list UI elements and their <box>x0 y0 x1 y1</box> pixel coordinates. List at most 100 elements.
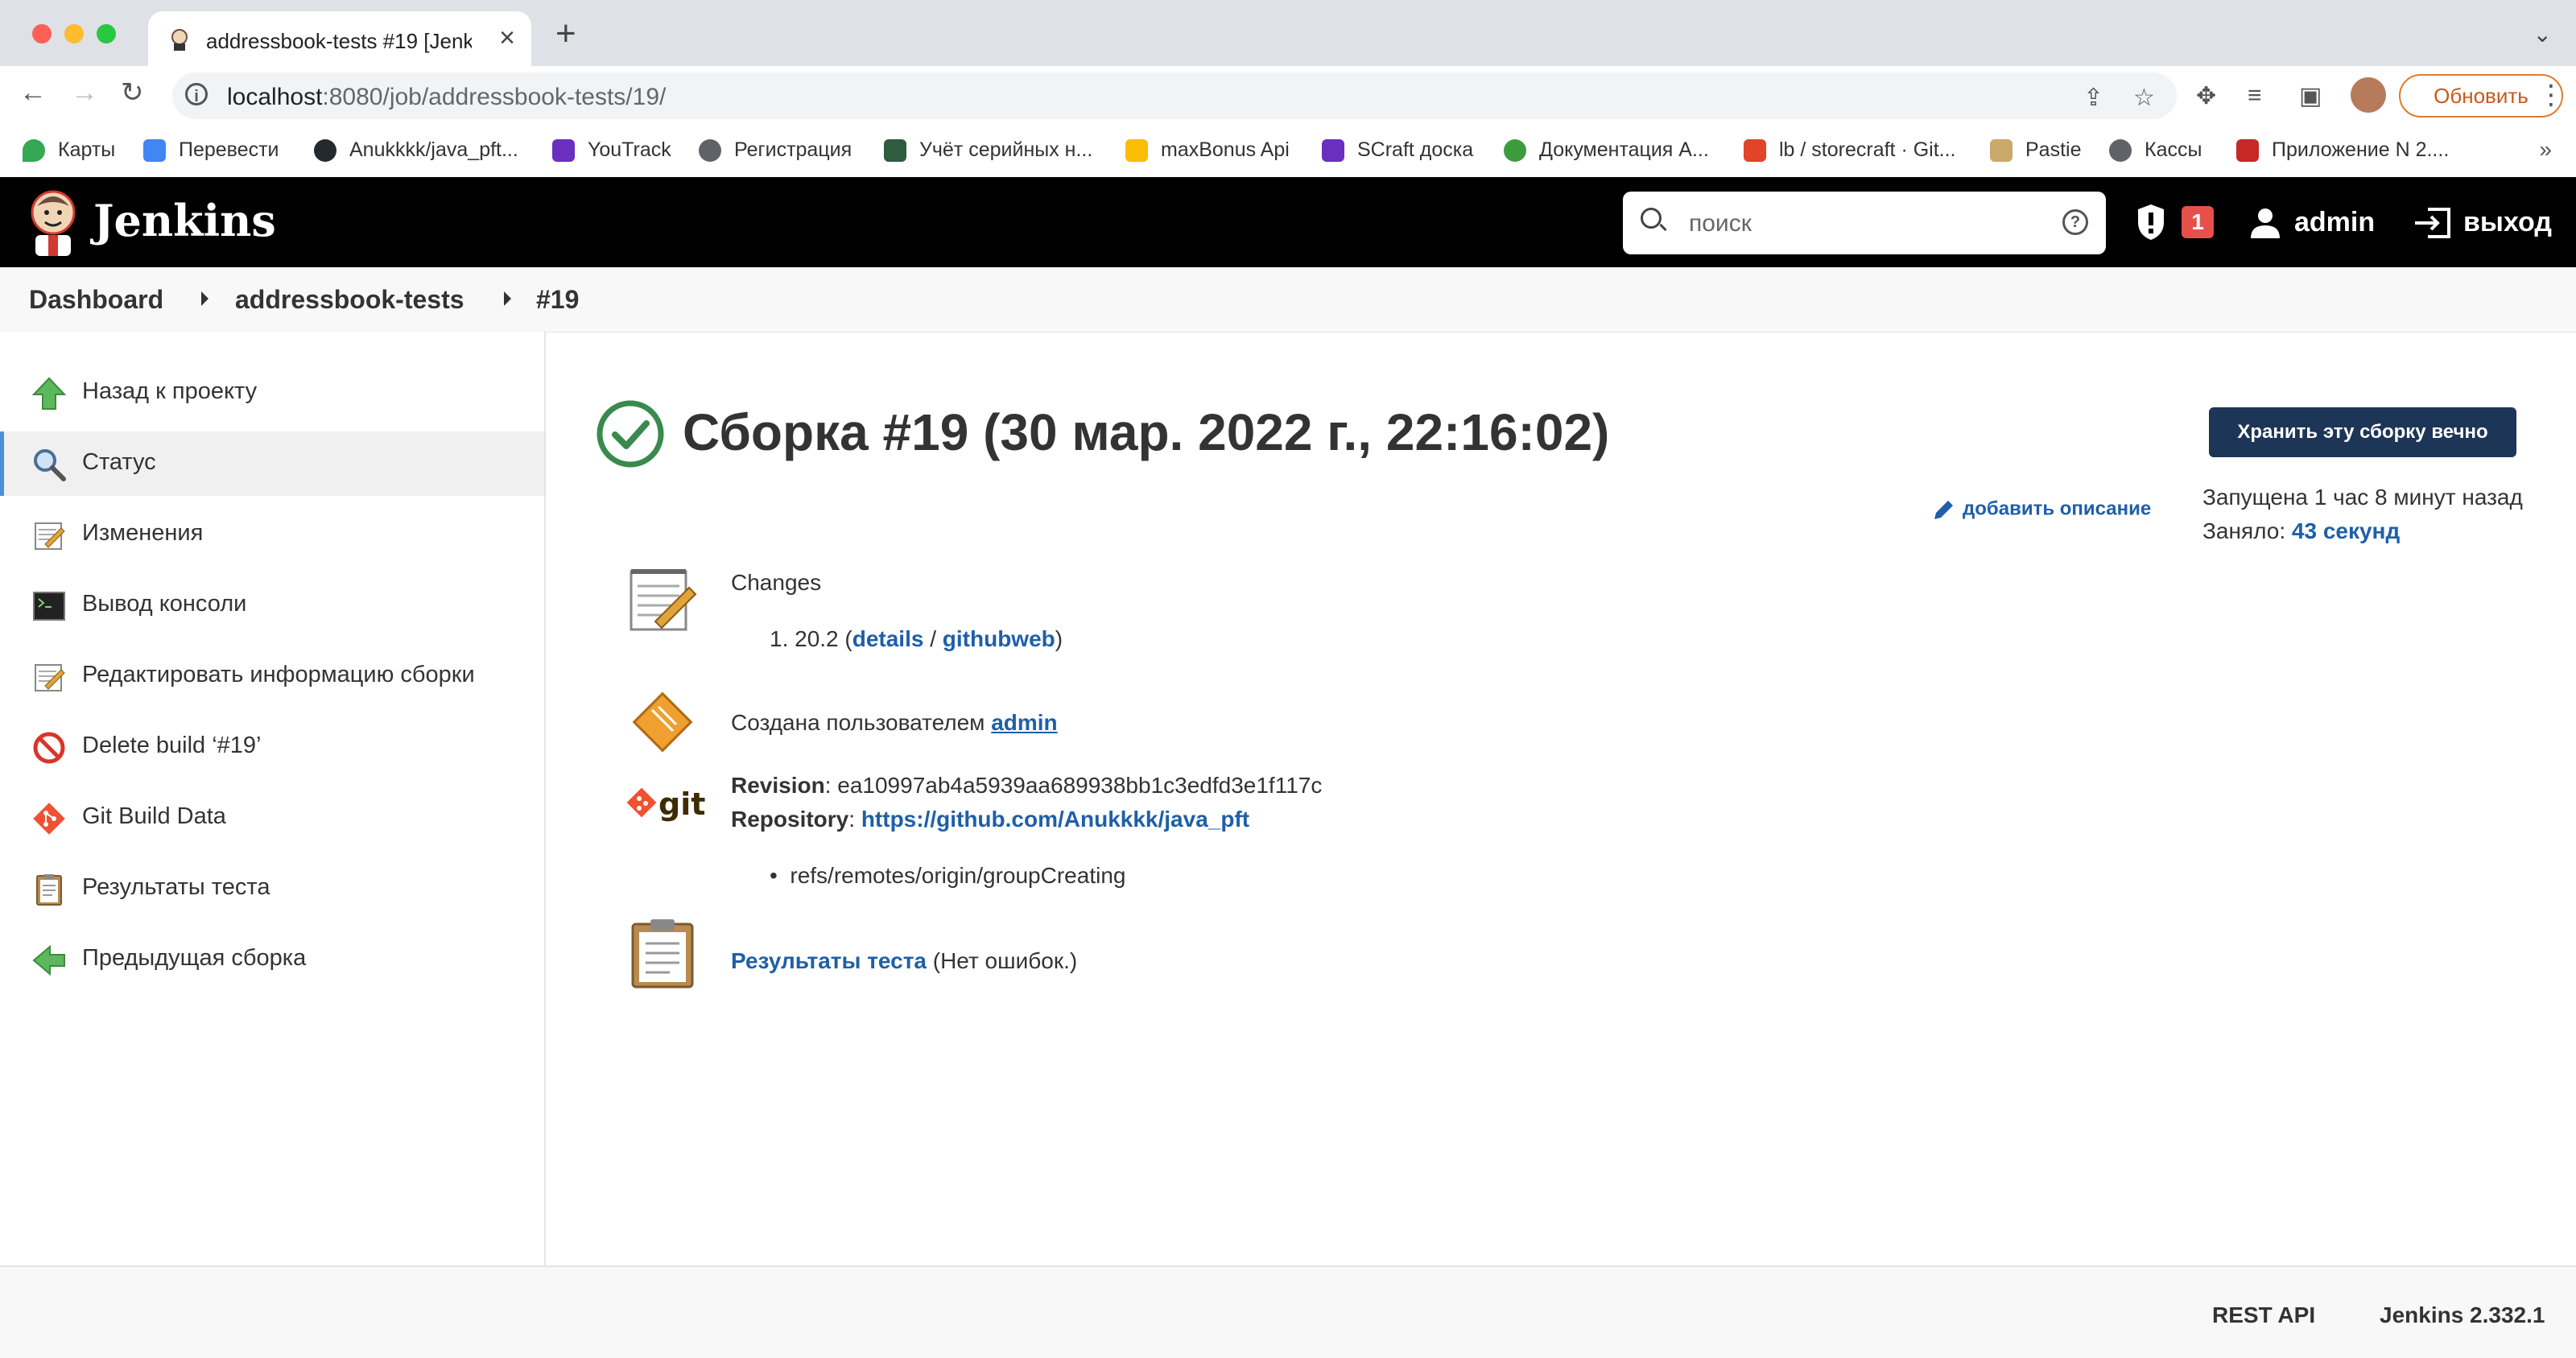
bookmark-favicon-icon <box>2109 139 2132 163</box>
bookmark-item[interactable]: Карты <box>23 138 115 163</box>
clipboard-icon <box>36 874 62 906</box>
changes-title: Changes <box>731 570 822 595</box>
jenkins-header: Jenkins ? 1 admin выход <box>0 177 2576 267</box>
task-test-results[interactable]: Результаты теста <box>0 856 544 921</box>
window-zoom-button[interactable] <box>97 24 116 43</box>
share-icon[interactable]: ⇪ <box>2083 84 2103 112</box>
keep-build-forever-button[interactable]: Хранить эту сборку вечно <box>2209 407 2516 457</box>
bookmark-favicon-icon <box>2236 139 2259 163</box>
bookmark-star-icon[interactable]: ☆ <box>2133 84 2155 112</box>
extensions-icon[interactable]: ✥ <box>2196 82 2216 110</box>
search-icon <box>1641 208 1662 229</box>
media-icon[interactable]: ≡ <box>2248 82 2262 109</box>
bookmark-favicon-icon <box>23 139 45 163</box>
bookmark-item[interactable]: Документация А... <box>1504 138 1709 163</box>
search-input[interactable] <box>1687 203 2045 245</box>
forward-icon[interactable]: → <box>71 79 98 106</box>
bookmark-item[interactable]: Перевести <box>143 138 279 163</box>
build-success-icon <box>597 400 664 468</box>
duration-link[interactable]: 43 секунд <box>2292 518 2400 543</box>
help-icon[interactable]: ? <box>2062 209 2088 235</box>
bookmark-favicon-icon <box>1990 139 2013 163</box>
page-title: Сборка #19 (30 мар. 2022 г., 22:16:02) <box>683 403 1610 461</box>
browser-toolbar: ← → ↻ i localhost:8080/job/addressbook-t… <box>0 66 2576 126</box>
task-edit-build-info[interactable]: Редактировать информацию сборки <box>0 644 544 708</box>
test-results-link[interactable]: Результаты теста <box>731 948 927 973</box>
task-previous-build[interactable]: Предыдущая сборка <box>0 927 544 992</box>
repository-link[interactable]: https://github.com/Anukkkk/java_pft <box>861 807 1249 832</box>
side-panel-icon[interactable]: ▣ <box>2299 82 2322 110</box>
back-icon[interactable]: ← <box>19 79 47 106</box>
breadcrumb-build[interactable]: #19 <box>536 285 579 315</box>
breadcrumb-separator-icon[interactable] <box>201 291 208 306</box>
change-details-link[interactable]: details <box>852 626 924 651</box>
magnifier-icon <box>34 449 66 481</box>
browser-tab[interactable]: addressbook-tests #19 [Jenkins] × <box>148 11 531 66</box>
task-back-to-project[interactable]: Назад к проекту <box>0 361 544 425</box>
bookmark-item[interactable]: lb / storecraft · Git... <box>1744 138 1956 163</box>
bookmark-favicon-icon <box>1504 139 1526 163</box>
breadcrumb-separator-icon[interactable] <box>504 291 511 306</box>
bookmark-item[interactable]: YouTrack <box>552 138 671 163</box>
window-minimize-button[interactable] <box>64 24 84 43</box>
bookmarks-overflow-icon[interactable]: » <box>2539 137 2552 163</box>
user-menu[interactable]: admin <box>2249 200 2375 245</box>
change-githubweb-link[interactable]: githubweb <box>943 626 1055 651</box>
logout-link[interactable]: выход <box>2413 200 2552 245</box>
new-tab-icon[interactable]: + <box>555 16 576 52</box>
bookmark-favicon-icon <box>552 139 575 163</box>
created-by-user-link[interactable]: admin <box>991 710 1057 735</box>
alert-count-badge[interactable]: 1 <box>2182 206 2214 238</box>
jenkins-logo-icon[interactable] <box>26 187 80 258</box>
task-console-output[interactable]: Вывод консоли <box>0 573 544 638</box>
page-footer: REST API Jenkins 2.332.1 <box>0 1265 2576 1358</box>
change-item: 1. 20.2 (details / githubweb) <box>770 626 1063 651</box>
bookmark-item[interactable]: SCraft доска <box>1322 138 1473 163</box>
bookmark-item[interactable]: Кассы <box>2109 138 2202 163</box>
jenkins-version-link[interactable]: Jenkins 2.332.1 <box>2380 1302 2545 1328</box>
tab-search-chevron-icon[interactable]: ⌄ <box>2533 21 2552 47</box>
repository: Repository: https://github.com/Anukkkk/j… <box>731 807 1250 832</box>
test-results: Результаты теста (Нет ошибок.) <box>731 948 1078 973</box>
rest-api-link[interactable]: REST API <box>2212 1302 2315 1328</box>
breadcrumb-job[interactable]: addressbook-tests <box>235 285 464 315</box>
clipboard-icon <box>631 919 694 989</box>
profile-avatar[interactable] <box>2351 77 2386 113</box>
bookmark-item[interactable]: Anukkkk/java_pft... <box>314 138 518 163</box>
main-panel: Сборка #19 (30 мар. 2022 г., 22:16:02) Х… <box>546 332 2576 1265</box>
bookmark-item[interactable]: Учёт серийных н... <box>884 138 1092 163</box>
bookmark-item[interactable]: Приложение N 2.... <box>2236 138 2449 163</box>
svg-text:git: git <box>658 786 705 822</box>
breadcrumb-dashboard[interactable]: Dashboard <box>29 285 163 315</box>
browser-menu-icon[interactable]: ⋮ <box>2537 79 2565 111</box>
task-status[interactable]: Статус <box>0 431 544 496</box>
branch-item: • refs/remotes/origin/groupCreating <box>770 863 1126 888</box>
reload-icon[interactable]: ↻ <box>121 79 144 106</box>
task-git-build-data[interactable]: Git Build Data <box>0 786 544 850</box>
tab-close-icon[interactable]: × <box>499 23 515 54</box>
notepad-icon <box>35 664 65 691</box>
bookmark-favicon-icon <box>143 139 166 163</box>
task-delete-build[interactable]: Delete build ‘#19’ <box>0 715 544 779</box>
bookmark-favicon-icon <box>699 139 721 163</box>
jenkins-brand[interactable]: Jenkins <box>93 195 276 246</box>
site-info-icon[interactable]: i <box>185 83 208 105</box>
pencil-icon <box>1934 501 1953 519</box>
window-close-button[interactable] <box>32 24 52 43</box>
bookmark-item[interactable]: maxBonus Api <box>1125 138 1290 163</box>
jenkins-favicon-icon <box>171 29 188 51</box>
address-bar[interactable]: i localhost:8080/job/addressbook-tests/1… <box>172 72 2177 119</box>
git-icon <box>33 803 65 835</box>
git-logo-icon: git <box>626 786 705 822</box>
bookmark-item[interactable]: Pastie <box>1990 138 2081 163</box>
notepad-icon <box>630 569 697 631</box>
up-arrow-icon <box>32 377 66 410</box>
add-description-link[interactable]: добавить описание <box>1932 497 2151 522</box>
bookmark-item[interactable]: Регистрация <box>699 138 852 163</box>
url-text[interactable]: localhost:8080/job/addressbook-tests/19/ <box>227 84 666 111</box>
task-changes[interactable]: Изменения <box>0 502 544 567</box>
created-by: Создана пользователем admin <box>731 710 1058 735</box>
tab-title: addressbook-tests #19 [Jenkins] <box>206 29 472 53</box>
security-shield-icon[interactable] <box>2135 203 2167 241</box>
search-box[interactable]: ? <box>1623 192 2106 254</box>
